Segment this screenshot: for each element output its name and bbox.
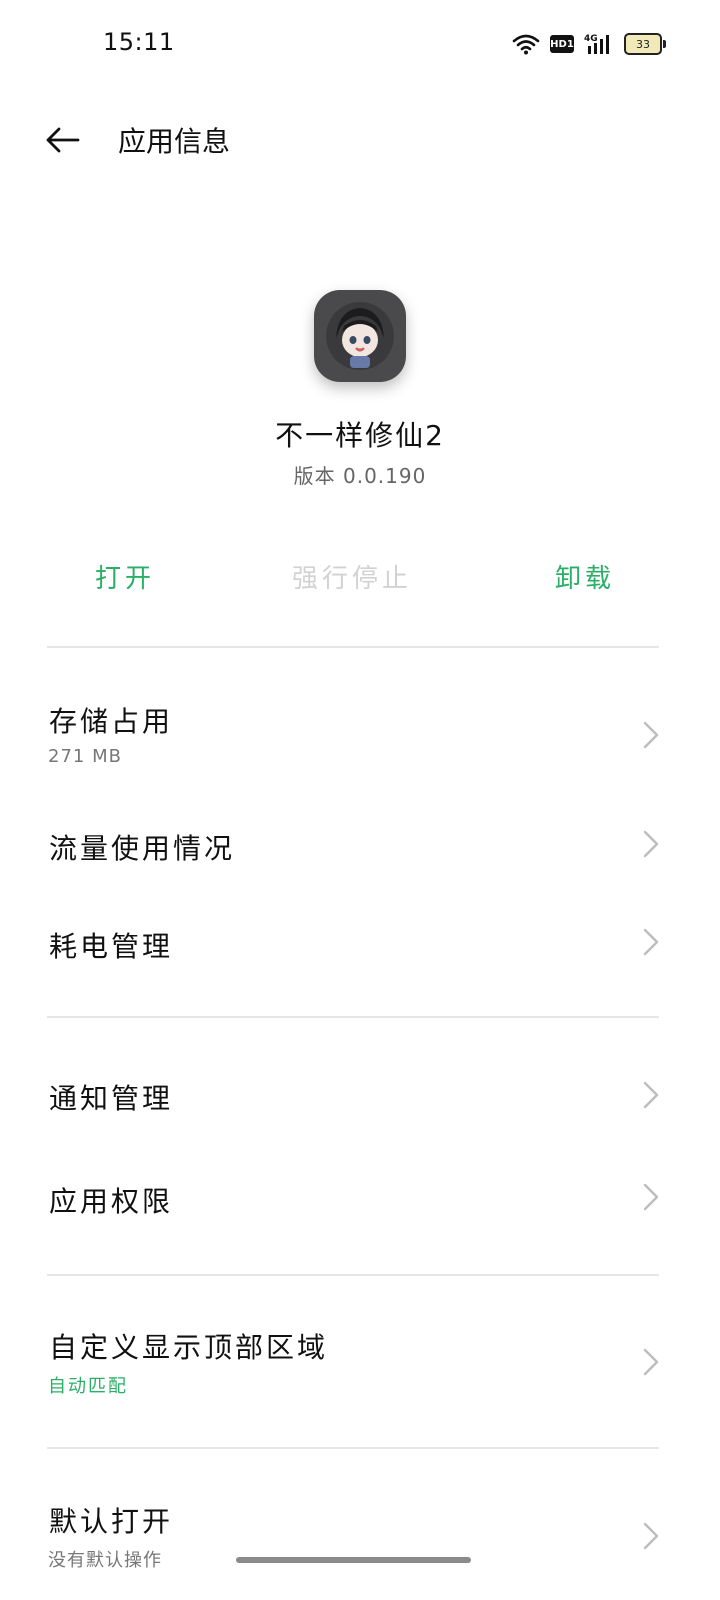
chevron-right-icon: [643, 928, 659, 956]
status-time: 15:11: [103, 28, 175, 56]
chevron-right-icon: [643, 1081, 659, 1109]
list-item-storage[interactable]: 存储占用 271 MB: [0, 680, 720, 790]
arrow-left-icon: [46, 127, 80, 153]
app-character-icon: [326, 302, 394, 370]
list-item-display-top-area[interactable]: 自定义显示顶部区域 自动匹配: [0, 1310, 720, 1415]
home-indicator[interactable]: [236, 1557, 471, 1563]
item-subtitle: 自动匹配: [48, 1376, 128, 1397]
svg-text:4G: 4G: [584, 34, 598, 44]
battery-level: 33: [636, 37, 650, 51]
item-title: 自定义显示顶部区域: [49, 1331, 329, 1364]
chevron-right-icon: [643, 1348, 659, 1376]
status-bar: 15:11 HD1 4G 33: [0, 0, 720, 90]
divider: [47, 646, 659, 648]
divider: [47, 1016, 659, 1018]
item-subtitle: 271 MB: [48, 746, 122, 767]
app-icon: [314, 290, 406, 382]
app-version: 版本 0.0.190: [293, 464, 427, 488]
action-row: 打开 强行停止 卸载: [0, 550, 720, 606]
hd-icon: HD1: [550, 35, 574, 53]
force-stop-button[interactable]: 强行停止: [292, 558, 412, 595]
item-title: 通知管理: [49, 1082, 174, 1115]
list-item-notifications[interactable]: 通知管理: [0, 1051, 720, 1141]
app-hero: 不一样修仙2 版本 0.0.190: [0, 290, 720, 489]
page-title: 应用信息: [118, 125, 231, 158]
divider: [47, 1447, 659, 1449]
wifi-icon: [512, 33, 540, 55]
item-title: 流量使用情况: [49, 832, 236, 865]
list-item-battery[interactable]: 耗电管理: [0, 898, 720, 988]
chevron-right-icon: [643, 1522, 659, 1550]
back-button[interactable]: [40, 118, 84, 162]
chevron-right-icon: [643, 1183, 659, 1211]
signal-icon: 4G: [584, 32, 614, 56]
item-title: 存储占用: [49, 705, 174, 738]
uninstall-button[interactable]: 卸载: [555, 558, 615, 595]
chevron-right-icon: [643, 721, 659, 749]
item-title: 默认打开: [49, 1505, 174, 1538]
battery-icon: 33: [624, 33, 666, 55]
list-item-permissions[interactable]: 应用权限: [0, 1153, 720, 1243]
app-name: 不一样修仙2: [275, 419, 445, 452]
item-title: 应用权限: [49, 1185, 174, 1218]
item-subtitle: 没有默认操作: [48, 1550, 162, 1571]
status-icons: HD1 4G 33: [512, 30, 666, 58]
divider: [47, 1274, 659, 1276]
list-item-default-open[interactable]: 默认打开 没有默认操作: [0, 1484, 720, 1600]
list-item-data-usage[interactable]: 流量使用情况: [0, 800, 720, 890]
item-title: 耗电管理: [49, 930, 174, 963]
open-button[interactable]: 打开: [95, 558, 155, 595]
chevron-right-icon: [643, 830, 659, 858]
header: 应用信息: [0, 100, 720, 180]
